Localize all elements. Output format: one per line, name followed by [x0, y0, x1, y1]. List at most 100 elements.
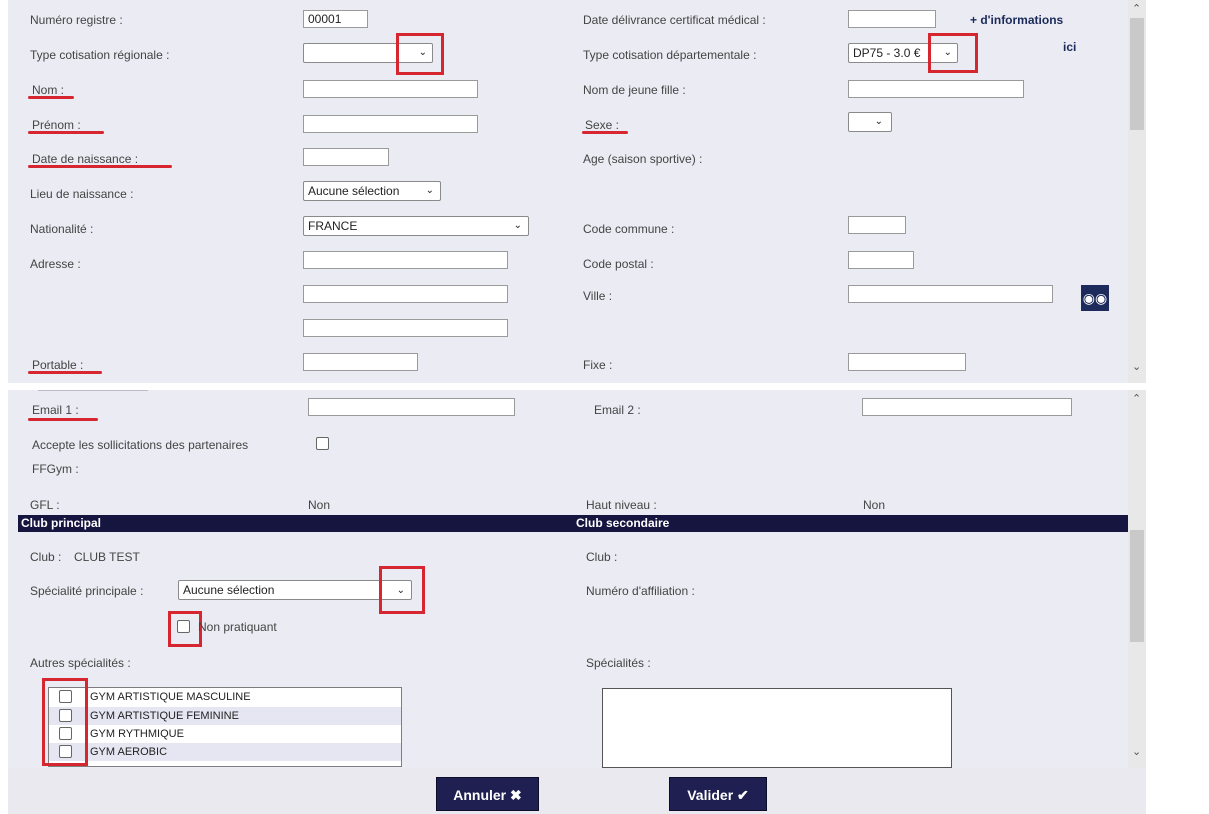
- scrollbar-thumb[interactable]: [1130, 18, 1144, 130]
- annotation-box: [928, 33, 978, 73]
- club2-label: Club :: [586, 550, 618, 564]
- specialite-name: GYM AEROBIC: [90, 746, 168, 758]
- annotation-box: [42, 678, 88, 766]
- valider-button[interactable]: Valider ✔: [669, 777, 767, 811]
- scroll-down-icon[interactable]: ⌄: [1132, 360, 1141, 373]
- haut-niveau-label: Haut niveau :: [586, 498, 657, 512]
- chevron-down-icon: ⌄: [874, 116, 883, 127]
- specialites-label: Spécialités :: [586, 656, 651, 670]
- button-bar: [8, 768, 1146, 814]
- annotation-box: [168, 611, 202, 647]
- haut-niveau-value: Non: [863, 498, 886, 512]
- nationalite-label: Nationalité :: [30, 222, 94, 236]
- ville-input[interactable]: [848, 285, 1053, 303]
- scroll-up-icon[interactable]: ⌃: [1132, 2, 1141, 15]
- sollicitations-checkbox[interactable]: [316, 437, 329, 450]
- jeune-fille-input[interactable]: [848, 80, 1024, 98]
- cot-reg-label: Type cotisation régionale :: [30, 48, 170, 62]
- annotation-box: [379, 566, 425, 614]
- autres-label: Autres spécialités :: [30, 656, 131, 670]
- sexe-label: Sexe :: [585, 118, 620, 132]
- annotation-underline: [28, 131, 104, 134]
- nom-input[interactable]: [303, 80, 478, 98]
- club-panel: Email 1 : Email 2 : Accepte les sollicit…: [8, 390, 1146, 768]
- chevron-down-icon: ⌄: [425, 185, 434, 196]
- portable-input[interactable]: [303, 353, 418, 371]
- registre-input[interactable]: 00001: [303, 10, 368, 28]
- ville-label: Ville :: [583, 289, 613, 303]
- cert-date-input[interactable]: [848, 10, 936, 28]
- binoculars-icon[interactable]: ◉◉: [1081, 285, 1109, 311]
- more-info-link[interactable]: + d'informations: [970, 13, 1063, 27]
- code-postal-label: Code postal :: [583, 257, 654, 271]
- chevron-down-icon: ⌄: [513, 220, 522, 231]
- club-secondaire-header: Club secondaire: [576, 516, 670, 530]
- club-value: CLUB TEST: [74, 550, 140, 564]
- jeune-fille-label: Nom de jeune fille :: [583, 83, 686, 97]
- email1-label: Email 1 :: [32, 403, 79, 417]
- list-item[interactable]: GYM AEROBIC: [49, 743, 401, 761]
- annotation-box: [396, 33, 444, 75]
- naissance-input[interactable]: [303, 148, 389, 166]
- adresse-line2-input[interactable]: [303, 285, 508, 303]
- naissance-label: Date de naissance :: [32, 152, 139, 166]
- affiliation-label: Numéro d'affiliation :: [586, 584, 695, 598]
- fixe-label: Fixe :: [583, 358, 613, 372]
- annuler-button[interactable]: Annuler ✖: [436, 777, 539, 811]
- prenom-label: Prénom :: [32, 118, 81, 132]
- club-label: Club :: [30, 550, 62, 564]
- specialite-label: Spécialité principale :: [30, 584, 144, 598]
- sexe-select[interactable]: ⌄: [848, 112, 892, 132]
- ffgym-label: FFGym :: [32, 462, 79, 476]
- list-item[interactable]: GYM ARTISTIQUE FEMININE: [49, 707, 401, 725]
- specialite-name: GYM ARTISTIQUE MASCULINE: [90, 691, 251, 703]
- annotation-underline: [582, 131, 628, 134]
- scroll-down-icon[interactable]: ⌄: [1132, 745, 1141, 758]
- lieu-label: Lieu de naissance :: [30, 187, 134, 201]
- portable-label: Portable :: [32, 358, 84, 372]
- nationalite-select[interactable]: FRANCE ⌄: [303, 216, 529, 236]
- lieu-value: Aucune sélection: [308, 184, 400, 198]
- age-label: Age (saison sportive) :: [583, 152, 703, 166]
- cot-dep-value: DP75 - 3.0 €: [853, 46, 921, 60]
- cert-label: Date délivrance certificat médical :: [583, 13, 766, 27]
- sollicitations-label: Accepte les sollicitations des partenair…: [32, 438, 249, 452]
- code-postal-input[interactable]: [848, 251, 914, 269]
- identity-panel: Numéro registre : 00001 Date délivrance …: [8, 0, 1146, 383]
- lieu-select[interactable]: Aucune sélection ⌄: [303, 181, 441, 201]
- specialites-list[interactable]: [602, 688, 952, 768]
- non-pratiquant-label: Non pratiquant: [198, 620, 277, 634]
- registre-label: Numéro registre :: [30, 13, 123, 27]
- specialite-name: GYM ARTISTIQUE FEMININE: [90, 710, 239, 722]
- specialite-value: Aucune sélection: [183, 583, 275, 597]
- nom-label: Nom :: [32, 83, 65, 97]
- scrollbar-thumb[interactable]: [1130, 530, 1144, 642]
- club-principal-header: Club principal: [21, 516, 102, 530]
- email2-label: Email 2 :: [594, 403, 641, 417]
- code-commune-label: Code commune :: [583, 222, 675, 236]
- nationalite-value: FRANCE: [308, 219, 358, 233]
- divider: [38, 390, 148, 391]
- specialite-select[interactable]: Aucune sélection ⌄: [178, 580, 412, 600]
- gfl-label: GFL :: [30, 498, 60, 512]
- ici-link[interactable]: ici: [1063, 40, 1076, 54]
- specialite-name: GYM RYTHMIQUE: [90, 728, 184, 740]
- fixe-input[interactable]: [848, 353, 966, 371]
- email2-input[interactable]: [862, 398, 1072, 416]
- annotation-underline: [28, 418, 98, 421]
- annotation-underline: [28, 165, 172, 168]
- annotation-underline: [28, 96, 74, 99]
- annotation-underline: [28, 371, 102, 374]
- list-item[interactable]: GYM RYTHMIQUE: [49, 725, 401, 743]
- adresse-line3-input[interactable]: [303, 319, 508, 337]
- autres-specialites-list[interactable]: GYM ARTISTIQUE MASCULINE GYM ARTISTIQUE …: [48, 687, 402, 767]
- adresse-label: Adresse :: [30, 257, 81, 271]
- cot-dep-label: Type cotisation départementale :: [583, 48, 757, 62]
- adresse-line1-input[interactable]: [303, 251, 508, 269]
- prenom-input[interactable]: [303, 115, 478, 133]
- code-commune-input[interactable]: [848, 216, 906, 234]
- club-header-bar: Club principal Club secondaire: [18, 515, 1128, 532]
- scroll-up-icon[interactable]: ⌃: [1132, 392, 1141, 405]
- list-item[interactable]: GYM ARTISTIQUE MASCULINE: [49, 688, 401, 706]
- email1-input[interactable]: [308, 398, 515, 416]
